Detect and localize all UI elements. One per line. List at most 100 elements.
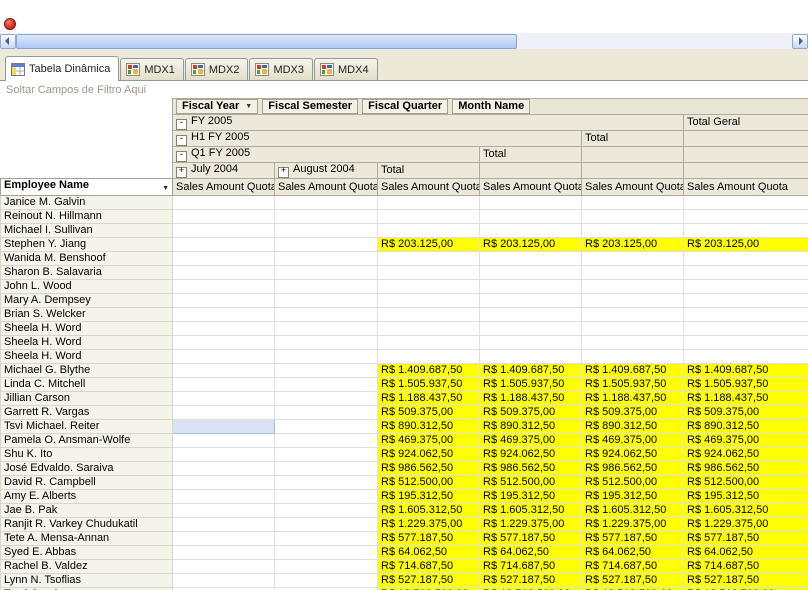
quota-total-cell[interactable]: R$ 64.062,50 [378, 546, 480, 560]
scroll-left-button[interactable] [0, 34, 16, 49]
employee-name-cell[interactable]: Lynn N. Tsoflias [1, 574, 173, 588]
field-button-fiscal-quarter[interactable]: Fiscal Quarter [362, 99, 448, 114]
quota-month-cell[interactable] [173, 448, 275, 462]
quota-total-cell[interactable]: R$ 890.312,50 [582, 420, 684, 434]
quota-total-cell[interactable]: R$ 64.062,50 [582, 546, 684, 560]
employee-name-cell[interactable]: Michael I. Sullivan [1, 224, 173, 238]
employee-name-cell[interactable]: Tsvi Michael. Reiter [1, 420, 173, 434]
quota-total-cell[interactable] [480, 210, 582, 224]
quota-total-cell[interactable]: R$ 890.312,50 [378, 420, 480, 434]
quota-total-cell[interactable]: R$ 527.187,50 [378, 574, 480, 588]
employee-name-cell[interactable]: Amy E. Alberts [1, 490, 173, 504]
employee-name-cell[interactable]: Janice M. Galvin [1, 196, 173, 210]
quota-total-cell[interactable] [582, 224, 684, 238]
quota-total-cell[interactable]: R$ 203.125,00 [378, 238, 480, 252]
quota-total-cell[interactable]: R$ 986.562,50 [480, 462, 582, 476]
quota-month-cell[interactable] [173, 406, 275, 420]
measure-header[interactable]: Sales Amount Quota [684, 179, 808, 196]
quota-total-cell[interactable]: R$ 924.062,50 [582, 448, 684, 462]
quota-total-cell[interactable] [684, 196, 808, 210]
quota-total-cell[interactable] [480, 308, 582, 322]
quota-total-cell[interactable] [480, 336, 582, 350]
employee-name-cell[interactable]: Pamela O. Ansman-Wolfe [1, 434, 173, 448]
quota-month-cell[interactable] [173, 546, 275, 560]
field-button-fiscal-year[interactable]: Fiscal Year▼ [176, 99, 258, 114]
quota-total-cell[interactable] [378, 252, 480, 266]
quota-total-cell[interactable] [582, 210, 684, 224]
quota-total-cell[interactable] [582, 252, 684, 266]
quota-total-cell[interactable]: R$ 714.687,50 [684, 560, 808, 574]
tab-mdx2[interactable]: MDX2 [185, 58, 249, 80]
quota-month-cell[interactable] [173, 294, 275, 308]
measure-header[interactable]: Sales Amount Quota [173, 179, 275, 196]
quota-month-cell[interactable] [275, 518, 378, 532]
quota-month-cell[interactable] [275, 532, 378, 546]
quota-total-cell[interactable] [684, 294, 808, 308]
quota-total-cell[interactable]: R$ 1.409.687,50 [582, 364, 684, 378]
quota-month-cell[interactable] [275, 294, 378, 308]
quota-total-cell[interactable] [378, 350, 480, 364]
employee-name-cell[interactable]: Mary A. Dempsey [1, 294, 173, 308]
quota-total-cell[interactable] [684, 308, 808, 322]
quota-month-cell[interactable] [275, 378, 378, 392]
col-header-total-geral[interactable]: Total Geral [684, 115, 808, 131]
quota-month-cell[interactable] [275, 420, 378, 434]
quota-total-cell[interactable] [378, 266, 480, 280]
employee-name-cell[interactable]: Brian S. Welcker [1, 308, 173, 322]
quota-total-cell[interactable] [684, 252, 808, 266]
quota-total-cell[interactable] [480, 266, 582, 280]
employee-name-cell[interactable]: Jae B. Pak [1, 504, 173, 518]
quota-total-cell[interactable] [480, 322, 582, 336]
col-header-total-h1[interactable]: Total [480, 147, 582, 163]
quota-total-cell[interactable]: R$ 1.505.937,50 [378, 378, 480, 392]
quota-total-cell[interactable]: R$ 1.505.937,50 [684, 378, 808, 392]
quota-total-cell[interactable] [378, 308, 480, 322]
scroll-right-button[interactable] [792, 34, 808, 49]
quota-month-cell[interactable] [275, 462, 378, 476]
quota-month-cell[interactable] [275, 252, 378, 266]
quota-month-cell[interactable] [275, 280, 378, 294]
quota-total-cell[interactable]: R$ 986.562,50 [684, 462, 808, 476]
quota-total-cell[interactable] [684, 280, 808, 294]
quota-month-cell[interactable] [173, 504, 275, 518]
quota-total-cell[interactable] [378, 294, 480, 308]
col-header-august-2004[interactable]: +August 2004 [275, 163, 378, 179]
quota-total-cell[interactable]: R$ 1.229.375,00 [480, 518, 582, 532]
quota-total-cell[interactable]: R$ 577.187,50 [684, 532, 808, 546]
quota-month-cell[interactable] [173, 490, 275, 504]
quota-total-cell[interactable]: R$ 924.062,50 [378, 448, 480, 462]
quota-total-cell[interactable] [480, 350, 582, 364]
employee-name-cell[interactable]: Stephen Y. Jiang [1, 238, 173, 252]
employee-name-cell[interactable]: Syed E. Abbas [1, 546, 173, 560]
measure-header[interactable]: Sales Amount Quota [480, 179, 582, 196]
measure-header[interactable]: Sales Amount Quota [378, 179, 480, 196]
quota-total-cell[interactable]: R$ 1.188.437,50 [582, 392, 684, 406]
quota-month-cell[interactable] [173, 574, 275, 588]
quota-total-cell[interactable]: R$ 512.500,00 [582, 476, 684, 490]
collapse-icon[interactable]: - [176, 135, 187, 146]
employee-name-cell[interactable]: Rachel B. Valdez [1, 560, 173, 574]
quota-total-cell[interactable]: R$ 195.312,50 [378, 490, 480, 504]
quota-month-cell[interactable] [275, 392, 378, 406]
quota-total-cell[interactable]: R$ 1.188.437,50 [378, 392, 480, 406]
chevron-down-icon[interactable]: ▼ [162, 182, 169, 195]
quota-total-cell[interactable]: R$ 469.375,00 [582, 434, 684, 448]
quota-total-cell[interactable]: R$ 1.605.312,50 [582, 504, 684, 518]
employee-name-cell[interactable]: Ranjit R. Varkey Chudukatil [1, 518, 173, 532]
horizontal-scrollbar[interactable] [0, 33, 808, 49]
quota-month-cell[interactable] [275, 574, 378, 588]
quota-month-cell[interactable] [275, 224, 378, 238]
quota-total-cell[interactable]: R$ 203.125,00 [480, 238, 582, 252]
col-header-july-2004[interactable]: +July 2004 [173, 163, 275, 179]
col-header-fy-2005[interactable]: -FY 2005 [173, 115, 684, 131]
employee-name-cell[interactable]: John L. Wood [1, 280, 173, 294]
quota-month-cell[interactable] [275, 490, 378, 504]
quota-month-cell[interactable] [173, 224, 275, 238]
quota-month-cell[interactable] [275, 350, 378, 364]
quota-total-cell[interactable]: R$ 512.500,00 [378, 476, 480, 490]
quota-total-cell[interactable] [684, 322, 808, 336]
field-button-fiscal-semester[interactable]: Fiscal Semester [262, 99, 358, 114]
quota-total-cell[interactable]: R$ 1.409.687,50 [378, 364, 480, 378]
employee-name-cell[interactable]: David R. Campbell [1, 476, 173, 490]
quota-total-cell[interactable]: R$ 203.125,00 [684, 238, 808, 252]
